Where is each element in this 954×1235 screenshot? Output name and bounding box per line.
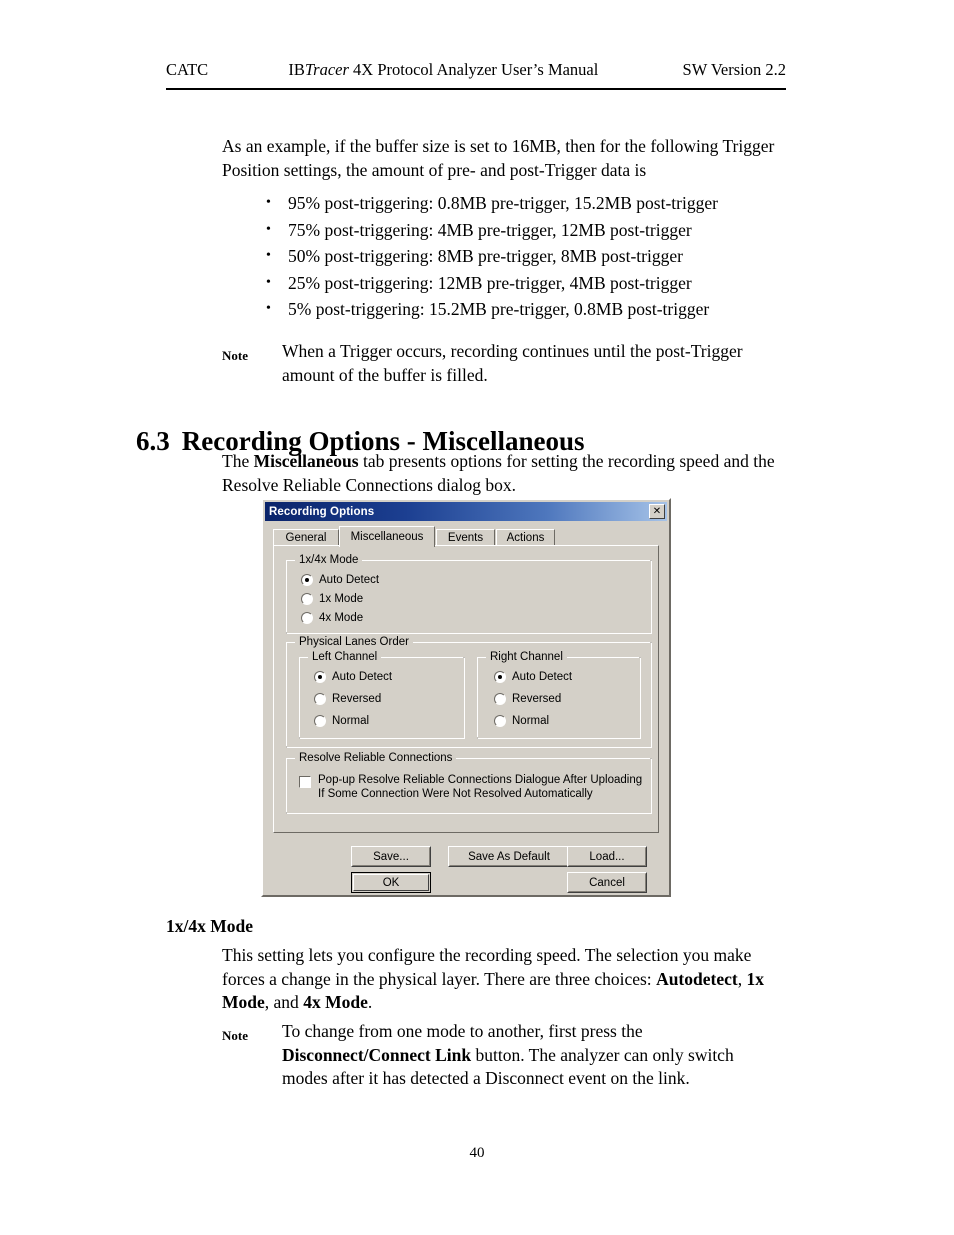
dialog-tabpage-miscellaneous: 1x/4x Mode Auto Detect 1x Mode 4x Mode P… (273, 545, 659, 833)
intro-paragraph: As an example, if the buffer size is set… (222, 135, 782, 182)
checkbox-label: Pop-up Resolve Reliable Connections Dial… (318, 774, 642, 801)
radio-label: 1x Mode (319, 593, 364, 605)
header-left-text: CATC (166, 60, 209, 79)
mode-para-bold-autodetect: Autodetect (656, 968, 738, 989)
dialog-titlebar[interactable]: Recording Options ✕ (265, 502, 667, 521)
mode-para-bold-4x: 4x Mode (303, 992, 368, 1012)
document-page: CATC IBTracer 4X Protocol Analyzer User’… (0, 0, 954, 1235)
header-right-text: SW Version 2.2 (682, 60, 786, 79)
note-block-disconnect: Note To change from one mode to another,… (222, 1020, 782, 1091)
button-label: Cancel (589, 876, 625, 889)
group-right-channel-title: Right Channel (486, 651, 567, 663)
group-left-channel: Left Channel Auto Detect Reversed Normal (299, 651, 465, 739)
radio-right-normal[interactable]: Normal (494, 715, 549, 727)
radio-left-reversed[interactable]: Reversed (314, 693, 381, 705)
radio-indicator-icon (301, 612, 313, 624)
radio-label: Reversed (512, 693, 562, 705)
header-title-italic: Tracer (304, 60, 349, 79)
tab-general[interactable]: General (273, 529, 339, 546)
section-number: 6.3 (136, 426, 170, 457)
subheading-1x4x-mode: 1x/4x Mode (166, 916, 254, 936)
recording-options-dialog: Recording Options ✕ General Miscellaneou… (261, 498, 671, 897)
load-button[interactable]: Load... (567, 846, 647, 867)
note2-bold-disconnect-connect-link: Disconnect/Connect Link (282, 1044, 472, 1065)
group-1x4x-mode: 1x/4x Mode Auto Detect 1x Mode 4x Mode (286, 554, 652, 634)
radio-indicator-icon (301, 574, 313, 586)
list-item: 25% post-triggering: 12MB pre-trigger, 4… (262, 270, 782, 297)
intro-line-1: As an example, if the buffer size is set… (222, 136, 719, 156)
radio-indicator-icon (494, 671, 506, 683)
radio-right-reversed[interactable]: Reversed (494, 693, 561, 705)
radio-indicator-icon (301, 593, 313, 605)
group-resolve-reliable-connections: Resolve Reliable Connections Pop-up Reso… (286, 752, 652, 814)
misc-para-part1: The (222, 451, 254, 471)
group-resolve-title: Resolve Reliable Connections (295, 752, 457, 764)
radio-indicator-icon (314, 693, 326, 705)
radio-left-normal[interactable]: Normal (314, 715, 369, 727)
note-label: Note (222, 1028, 248, 1043)
radio-mode-4x[interactable]: 4x Mode (301, 612, 363, 624)
group-physical-lanes-order: Physical Lanes Order Left Channel Auto D… (286, 636, 652, 748)
save-button[interactable]: Save... (351, 846, 431, 867)
radio-left-auto-detect[interactable]: Auto Detect (314, 671, 392, 683)
trigger-position-bullet-list: 95% post-triggering: 0.8MB pre-trigger, … (262, 190, 782, 323)
checkbox-label-line-2: If Some Connection Were Not Resolved Aut… (318, 787, 593, 800)
checkbox-popup-resolve-dialogue[interactable]: Pop-up Resolve Reliable Connections Dial… (299, 774, 642, 801)
note-text: To change from one mode to another, firs… (282, 1020, 782, 1091)
header-center-text: IBTracer 4X Protocol Analyzer User’s Man… (208, 60, 682, 80)
note2-part1: To change from one mode to another, firs… (282, 1021, 643, 1041)
radio-indicator-icon (494, 693, 506, 705)
button-label: Save As Default (468, 850, 550, 863)
radio-indicator-icon (314, 715, 326, 727)
radio-label: 4x Mode (319, 612, 364, 624)
tab-actions[interactable]: Actions (496, 529, 555, 546)
header-title-prefix: IB (288, 60, 305, 79)
running-header: CATC IBTracer 4X Protocol Analyzer User’… (166, 60, 786, 80)
dialog-title: Recording Options (269, 505, 375, 518)
radio-label: Reversed (332, 693, 382, 705)
radio-indicator-icon (494, 715, 506, 727)
miscellaneous-paragraph: The Miscellaneous tab presents options f… (222, 450, 784, 497)
checkbox-indicator-icon (299, 776, 311, 788)
cancel-button[interactable]: Cancel (567, 872, 647, 893)
list-item: 5% post-triggering: 15.2MB pre-trigger, … (262, 296, 782, 323)
note-text: When a Trigger occurs, recording continu… (282, 341, 743, 385)
radio-label: Normal (332, 715, 370, 727)
radio-label: Auto Detect (319, 574, 380, 586)
radio-mode-auto-detect[interactable]: Auto Detect (301, 574, 379, 586)
misc-para-bold-tab-name: Miscellaneous (253, 451, 359, 471)
note-label: Note (222, 348, 248, 363)
radio-label: Normal (512, 715, 550, 727)
tab-miscellaneous[interactable]: Miscellaneous (339, 526, 435, 547)
header-title-suffix: 4X Protocol Analyzer User’s Manual (348, 60, 599, 79)
group-1x4x-mode-title: 1x/4x Mode (295, 554, 363, 566)
button-label: Load... (589, 850, 625, 863)
radio-mode-1x[interactable]: 1x Mode (301, 593, 363, 605)
mode-para-part4: . (367, 992, 373, 1012)
group-left-channel-title: Left Channel (308, 651, 382, 663)
radio-indicator-icon (314, 671, 326, 683)
note-block-trigger: Note When a Trigger occurs, recording co… (222, 340, 782, 387)
checkbox-label-line-1: Pop-up Resolve Reliable Connections Dial… (318, 774, 643, 786)
save-as-default-button[interactable]: Save As Default (448, 846, 570, 867)
ok-button[interactable]: OK (351, 872, 431, 893)
group-physical-lanes-order-title: Physical Lanes Order (295, 636, 413, 648)
list-item: 75% post-triggering: 4MB pre-trigger, 12… (262, 217, 782, 244)
list-item: 95% post-triggering: 0.8MB pre-trigger, … (262, 190, 782, 217)
button-label: OK (382, 876, 400, 889)
radio-label: Auto Detect (512, 671, 573, 683)
radio-right-auto-detect[interactable]: Auto Detect (494, 671, 572, 683)
close-icon[interactable]: ✕ (649, 504, 665, 519)
mode-para-part3: , and (264, 992, 304, 1012)
header-rule (166, 88, 786, 91)
radio-label: Auto Detect (332, 671, 393, 683)
mode-description-paragraph: This setting lets you configure the reco… (222, 944, 784, 1015)
page-number: 40 (469, 1145, 485, 1161)
list-item: 50% post-triggering: 8MB pre-trigger, 8M… (262, 243, 782, 270)
tab-events[interactable]: Events (436, 529, 495, 546)
group-right-channel: Right Channel Auto Detect Reversed Norma… (477, 651, 641, 739)
button-label: Save... (373, 850, 409, 863)
dialog-tabstrip: General Miscellaneous Events Actions (273, 526, 659, 547)
